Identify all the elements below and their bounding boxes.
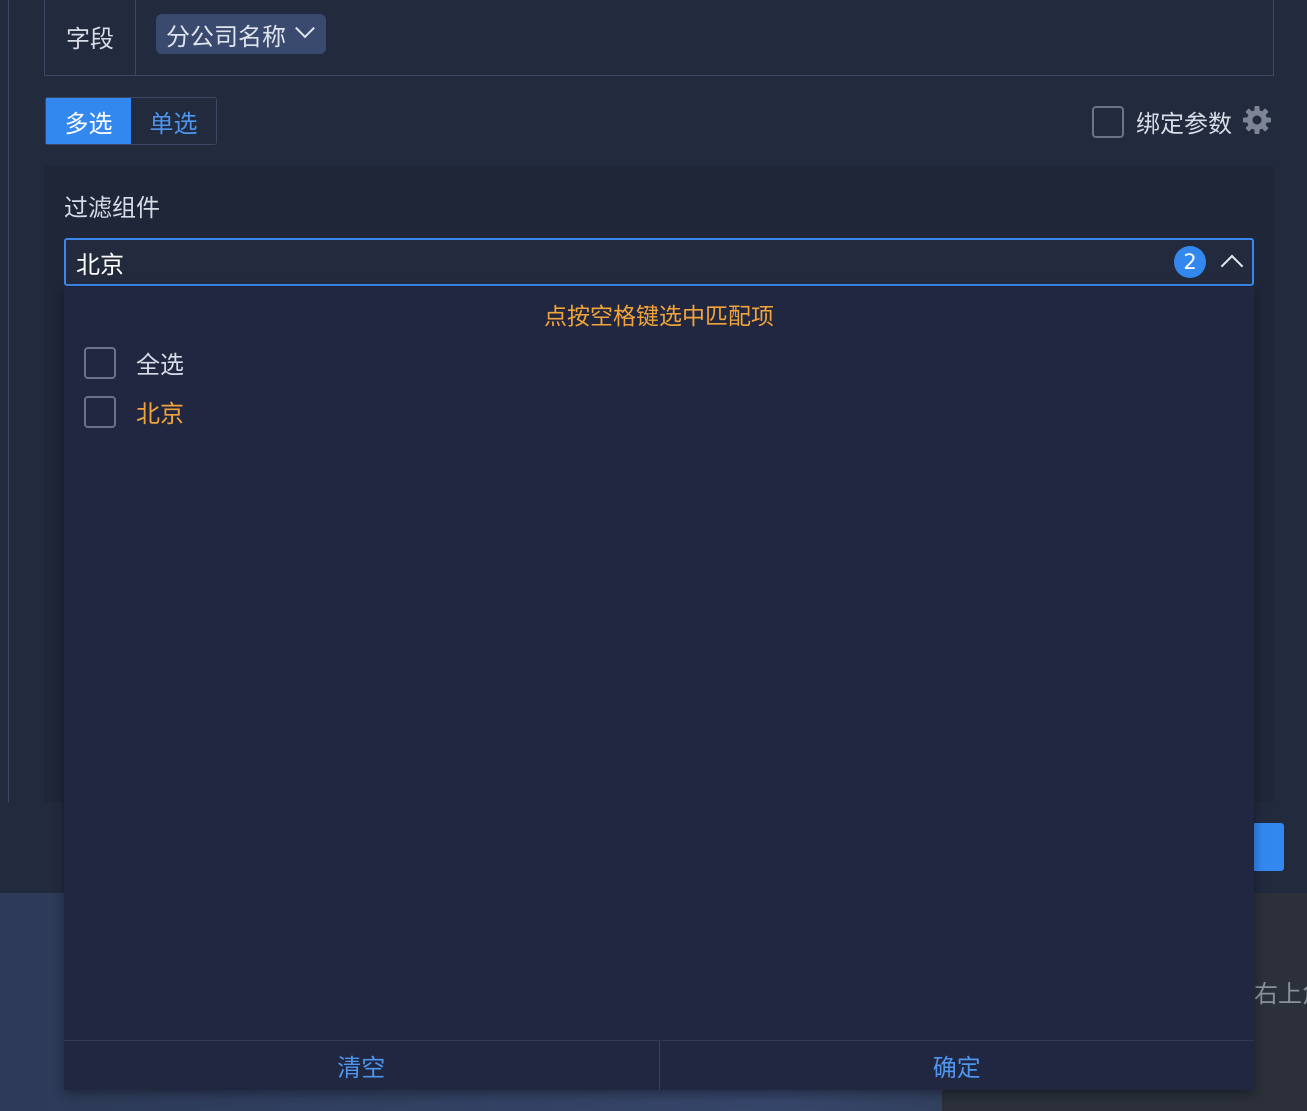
bind-params-option[interactable]: 绑定参数 [1092,104,1232,139]
filter-search-box[interactable]: 2 [64,238,1254,286]
select-all-label: 全选 [136,351,184,379]
single-select-button[interactable]: 单选 [131,98,216,144]
left-rail [0,0,9,802]
field-row: 字段 分公司名称 [44,0,1274,76]
chevron-up-icon[interactable] [1220,254,1244,278]
select-all-checkbox[interactable] [84,346,116,379]
filter-panel-title: 过滤组件 [64,194,160,222]
gear-icon[interactable] [1242,105,1272,135]
bind-params-checkbox[interactable] [1092,105,1124,138]
background-corner-text: 右上角 [1254,980,1307,1008]
bind-params-label: 绑定参数 [1136,110,1232,138]
clear-button[interactable]: 清空 [64,1041,660,1090]
space-key-hint: 点按空格键选中匹配项 [544,304,774,330]
field-label: 字段 [45,0,136,75]
beijing-checkbox[interactable] [84,395,116,428]
list-item[interactable]: 北京 [84,394,184,429]
select-mode-toggle: 多选 单选 [45,97,217,145]
confirm-button[interactable]: 确定 [660,1041,1255,1090]
multi-select-button[interactable]: 多选 [46,98,131,144]
list-item-label: 北京 [136,400,184,428]
field-select-value: 分公司名称 [166,22,286,51]
background-primary-button-edge [1252,823,1284,871]
filter-search-input[interactable] [74,244,1154,280]
chevron-down-icon [295,18,315,39]
select-all-option[interactable]: 全选 [84,345,184,380]
match-count-badge: 2 [1174,246,1206,278]
field-select-dropdown[interactable]: 分公司名称 [156,14,326,54]
filter-dropdown-list: 点按空格键选中匹配项 全选 北京 清空 确定 [64,287,1254,1090]
dropdown-footer: 清空 确定 [64,1040,1254,1090]
